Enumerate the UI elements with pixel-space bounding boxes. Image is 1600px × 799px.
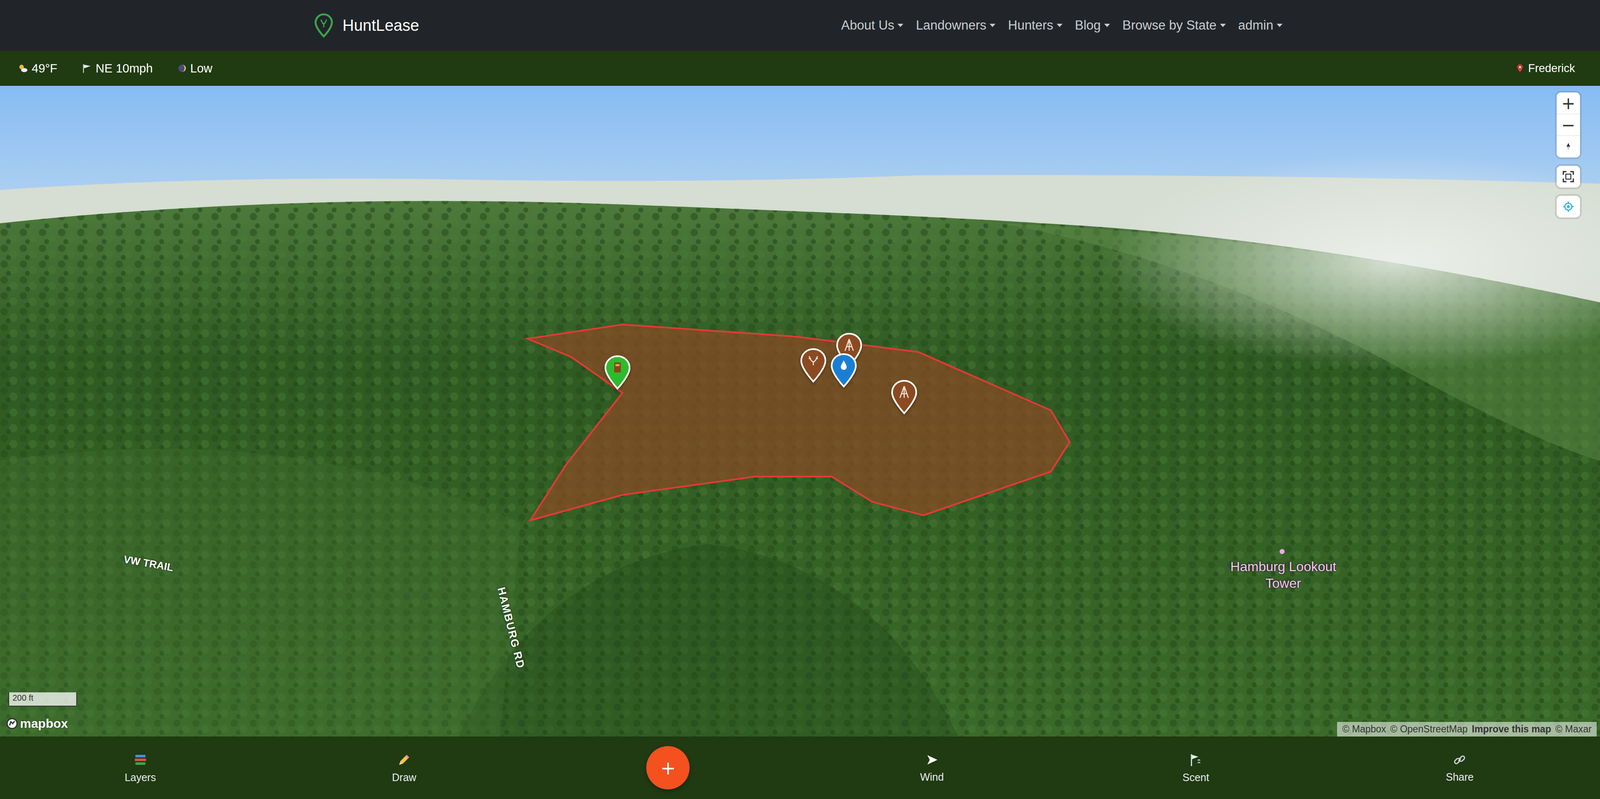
map[interactable]: VW TRAILHAMBURG RDHamburg Lookout Tower+…	[0, 85, 1600, 737]
locate-icon	[1562, 200, 1575, 213]
attribution-item[interactable]: Improve this map	[1471, 723, 1551, 735]
toolbar-label: Layers	[124, 771, 156, 784]
wind-flag-icon	[81, 62, 93, 74]
sighting-pin-icon	[798, 347, 829, 384]
toolbar-item[interactable]: Draw	[272, 752, 536, 784]
conditions-bar: 49°F NE 10mph Low Frederick	[0, 50, 1600, 86]
scent-flag-icon	[1188, 752, 1204, 768]
add-button[interactable]: +	[646, 746, 690, 790]
location[interactable]: Frederick	[1515, 62, 1575, 75]
toolbar-item[interactable]: Wind	[800, 752, 1064, 784]
moon-icon	[177, 63, 188, 74]
nav-menu: About Us Landowners Hunters Blog Browse by S…	[841, 17, 1290, 33]
wind-arrow-icon	[925, 752, 940, 768]
compass-icon	[1563, 142, 1573, 152]
zoom-in-button[interactable]: +	[1556, 92, 1580, 115]
zoom-out-button[interactable]: −	[1556, 114, 1580, 136]
brand-name: HuntLease	[342, 16, 420, 35]
zoom-group: +−	[1556, 92, 1580, 158]
compass-button[interactable]	[1556, 135, 1580, 158]
nav-item[interactable]: About Us	[841, 17, 904, 33]
logo-pin-icon	[314, 12, 334, 38]
map-label: Hamburg Lookout Tower	[1225, 558, 1342, 592]
mapbox-logo[interactable]: mapbox	[5, 716, 68, 731]
blind-pin-icon	[602, 354, 633, 391]
stand-pin-icon	[889, 378, 920, 416]
fullscreen-icon	[1562, 170, 1575, 183]
sun-cloud-icon	[17, 62, 29, 74]
lookout-dot	[1279, 549, 1285, 555]
toolbar-label: Share	[1445, 771, 1474, 784]
fullscreen-button[interactable]	[1556, 165, 1580, 188]
app: HuntLease About Us Landowners Hunters Blog Br…	[0, 0, 1600, 799]
toolbar-label: Scent	[1182, 771, 1210, 784]
attribution-item: © Maxar	[1555, 723, 1592, 735]
toolbar-item[interactable]: Share	[1327, 752, 1592, 784]
toolbar-item[interactable]: Scent	[1063, 752, 1328, 784]
location-pin-icon	[1515, 63, 1525, 73]
attribution-item: © OpenStreetMap	[1390, 723, 1468, 735]
wind: NE 10mph	[81, 61, 153, 76]
nav-item[interactable]: Blog	[1075, 17, 1110, 33]
map-pin[interactable]	[828, 352, 859, 389]
layers-icon	[132, 752, 148, 768]
geolocate-group	[1556, 195, 1580, 218]
geolocate-button[interactable]	[1556, 195, 1580, 218]
brand[interactable]: HuntLease	[314, 12, 420, 38]
terrain	[0, 85, 1600, 737]
nav-item[interactable]: Landowners	[915, 17, 996, 33]
nav-item[interactable]: admin	[1238, 17, 1283, 33]
toolbar-item[interactable]: +	[536, 746, 800, 790]
toolbar-label: Draw	[392, 771, 417, 784]
parcel-boundary[interactable]	[527, 324, 1070, 521]
scale-bar: 200 ft	[8, 692, 78, 707]
map-controls: +−	[1556, 92, 1580, 218]
navbar: HuntLease About Us Landowners Hunters Blog Br…	[0, 0, 1600, 51]
pencil-icon	[396, 752, 412, 768]
link-icon	[1452, 752, 1467, 768]
map-pin[interactable]	[602, 354, 633, 391]
moon: Low	[177, 61, 213, 76]
map-pin[interactable]	[798, 347, 829, 384]
nav-item[interactable]: Browse by State	[1122, 17, 1226, 33]
toolbar-label: Wind	[920, 771, 944, 784]
mapbox-mark-icon	[5, 717, 19, 730]
water-pin-icon	[828, 352, 859, 389]
attribution-item: © Mapbox	[1342, 723, 1386, 735]
bottom-toolbar: Layers Draw + Wind Scent Share	[0, 736, 1600, 799]
toolbar-item[interactable]: Layers	[8, 752, 273, 784]
fullscreen-group	[1556, 165, 1580, 188]
temperature: 49°F	[17, 61, 58, 76]
nav-item[interactable]: Hunters	[1007, 17, 1063, 33]
map-pin[interactable]	[889, 378, 920, 416]
attribution: © Mapbox © OpenStreetMapImprove this map ©…	[1337, 722, 1597, 737]
